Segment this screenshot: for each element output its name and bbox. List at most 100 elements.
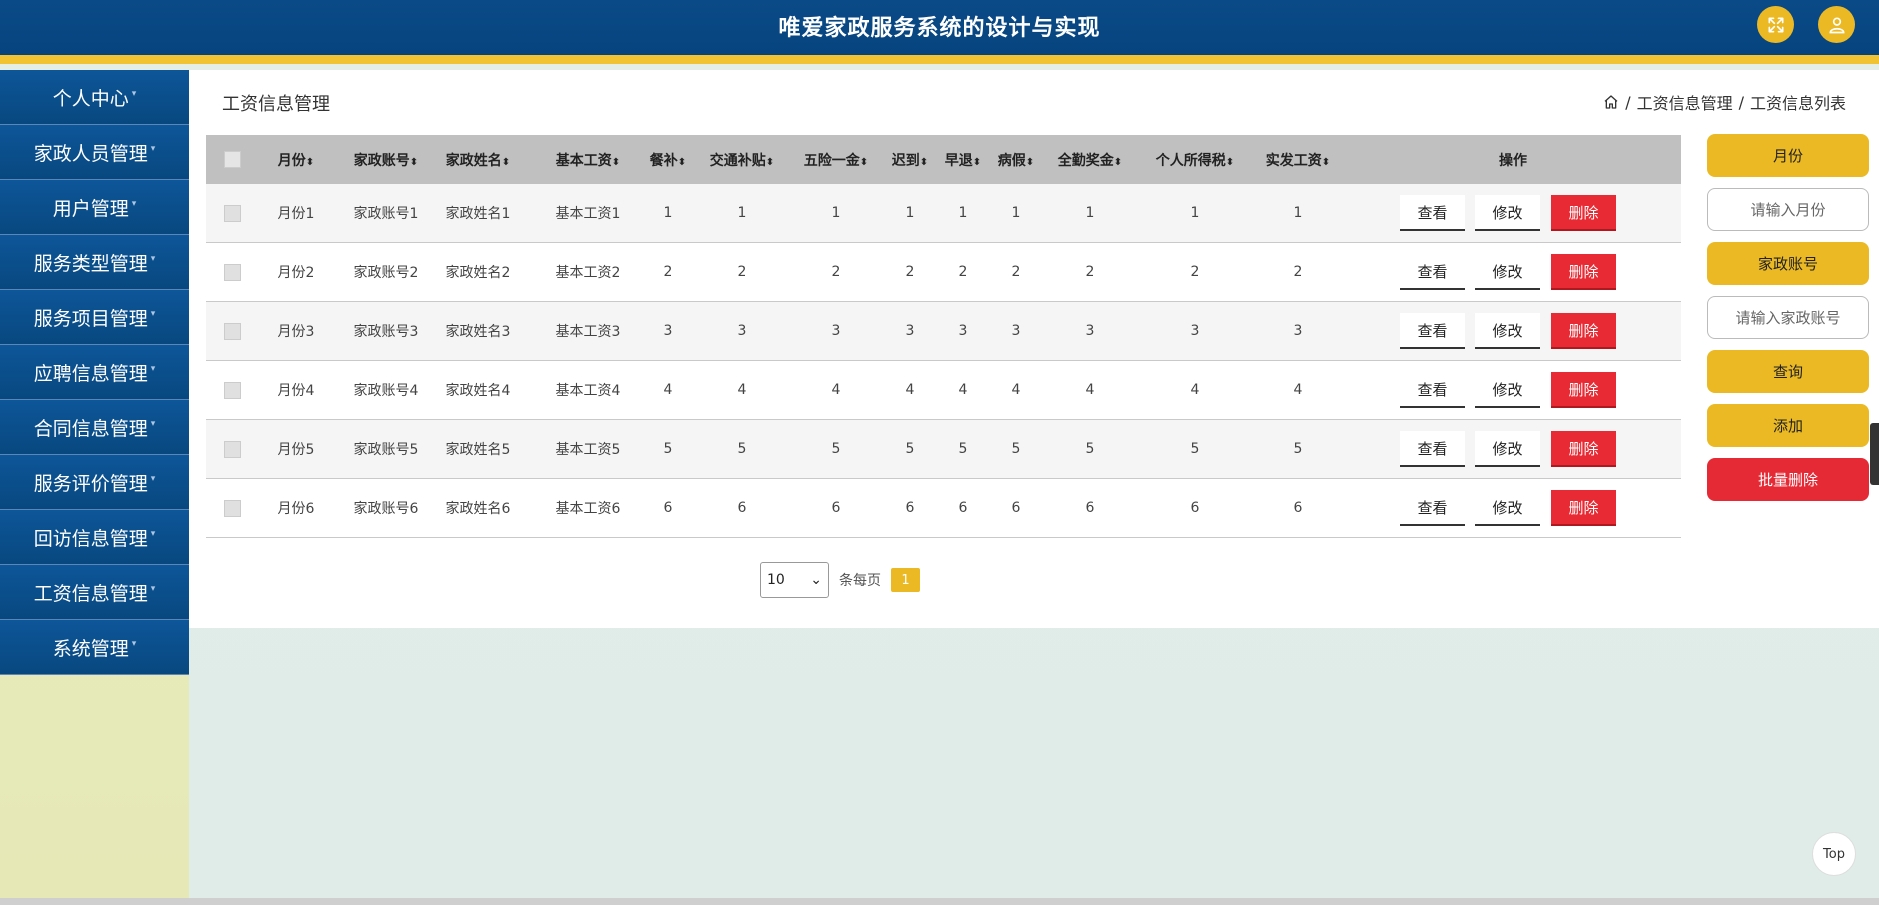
cell-net-salary: 3 <box>1293 323 1303 339</box>
view-button[interactable]: 查看 <box>1400 313 1465 349</box>
chevron-down-icon: ▾ <box>150 254 156 264</box>
cell-transport-allowance: 2 <box>737 264 747 280</box>
cell-transport-allowance: 4 <box>737 382 747 398</box>
back-to-top-button[interactable]: Top <box>1812 832 1856 876</box>
sort-icon[interactable]: ⬍ <box>306 157 314 168</box>
sidebar-item-contract[interactable]: 合同信息管理 ▾ <box>0 400 189 455</box>
sidebar-item-housekeeper[interactable]: 家政人员管理 ▾ <box>0 125 189 180</box>
column-header-label: 五险一金 <box>803 152 860 169</box>
page-number-button[interactable]: 1 <box>891 568 920 592</box>
column-header-income-tax[interactable]: 个人所得税⬍ <box>1150 150 1240 170</box>
sort-icon[interactable]: ⬍ <box>410 157 418 168</box>
sort-icon[interactable]: ⬍ <box>612 157 620 168</box>
row-checkbox[interactable] <box>224 440 241 458</box>
sidebar-item-label: 回访信息管理 <box>33 527 148 550</box>
column-header-label: 早退 <box>944 152 973 169</box>
view-button[interactable]: 查看 <box>1400 372 1465 408</box>
sidebar-item-revisit[interactable]: 回访信息管理 ▾ <box>0 510 189 565</box>
chevron-down-icon: ▾ <box>150 419 156 429</box>
cell-attendance-bonus: 6 <box>1085 500 1095 516</box>
column-header-transport-allowance[interactable]: 交通补贴⬍ <box>697 150 787 170</box>
select-all-checkbox[interactable] <box>224 151 241 168</box>
user-icon <box>1828 17 1845 33</box>
edit-button[interactable]: 修改 <box>1475 254 1540 290</box>
cell-net-salary: 5 <box>1293 441 1303 457</box>
row-checkbox[interactable] <box>224 381 241 399</box>
row-checkbox[interactable] <box>224 263 241 281</box>
view-button[interactable]: 查看 <box>1400 254 1465 290</box>
sidebar-item-label: 系统管理 <box>52 637 129 660</box>
sidebar-item-salary[interactable]: 工资信息管理 ▾ <box>0 565 189 620</box>
sort-icon[interactable]: ⬍ <box>1026 157 1034 168</box>
delete-button[interactable]: 删除 <box>1551 313 1616 349</box>
delete-button[interactable]: 删除 <box>1551 372 1616 408</box>
sidebar-item-service-project[interactable]: 服务项目管理 ▾ <box>0 290 189 345</box>
column-header-label: 交通补贴 <box>709 152 766 169</box>
column-header-label: 病假 <box>997 152 1026 169</box>
row-checkbox[interactable] <box>224 499 241 517</box>
cell-account: 家政账号2 <box>353 265 419 281</box>
column-header-attendance-bonus[interactable]: 全勤奖金⬍ <box>1045 150 1135 170</box>
column-header-net-salary[interactable]: 实发工资⬍ <box>1253 150 1343 170</box>
fullscreen-button[interactable] <box>1757 6 1794 43</box>
cell-attendance-bonus: 1 <box>1085 205 1095 221</box>
batch-delete-button[interactable]: 批量删除 <box>1707 458 1869 501</box>
account-input[interactable]: 请输入家政账号 <box>1707 296 1869 339</box>
breadcrumb-item[interactable]: 工资信息管理 <box>1637 90 1733 114</box>
sidebar-item-users[interactable]: 用户管理 ▾ <box>0 180 189 235</box>
sidebar-item-label: 服务评价管理 <box>33 472 148 495</box>
cell-income-tax: 3 <box>1190 323 1200 339</box>
chevron-down-icon: ▾ <box>131 639 137 649</box>
column-header-name[interactable]: 家政姓名⬍ <box>433 150 523 170</box>
cell-base-salary: 基本工资1 <box>555 206 621 222</box>
row-checkbox[interactable] <box>224 204 241 222</box>
horizontal-scrollbar[interactable] <box>0 898 1879 905</box>
column-header-month[interactable]: 月份⬍ <box>251 150 341 170</box>
sidebar-item-label: 合同信息管理 <box>33 417 148 440</box>
sort-icon[interactable]: ⬍ <box>766 157 774 168</box>
delete-button[interactable]: 删除 <box>1551 195 1616 231</box>
query-button[interactable]: 查询 <box>1707 350 1869 393</box>
edit-button[interactable]: 修改 <box>1475 431 1540 467</box>
sort-icon[interactable]: ⬍ <box>678 157 686 168</box>
sidebar-item-system[interactable]: 系统管理 ▾ <box>0 620 189 675</box>
sidebar-item-application[interactable]: 应聘信息管理 ▾ <box>0 345 189 400</box>
delete-button[interactable]: 删除 <box>1551 254 1616 290</box>
edit-button[interactable]: 修改 <box>1475 313 1540 349</box>
column-header-base-salary[interactable]: 基本工资⬍ <box>543 150 633 170</box>
delete-button[interactable]: 删除 <box>1551 431 1616 467</box>
user-button[interactable] <box>1818 6 1855 43</box>
cell-account: 家政账号5 <box>353 442 419 458</box>
chevron-down-icon: ▾ <box>131 89 137 99</box>
add-button[interactable]: 添加 <box>1707 404 1869 447</box>
view-button[interactable]: 查看 <box>1400 195 1465 231</box>
sidebar-item-personal-center[interactable]: 个人中心 ▾ <box>0 70 189 125</box>
cell-base-salary: 基本工资6 <box>555 501 621 517</box>
cell-transport-allowance: 3 <box>737 323 747 339</box>
cell-attendance-bonus: 2 <box>1085 264 1095 280</box>
edit-button[interactable]: 修改 <box>1475 372 1540 408</box>
delete-button[interactable]: 删除 <box>1551 490 1616 526</box>
sort-icon[interactable]: ⬍ <box>1114 157 1122 168</box>
sort-icon[interactable]: ⬍ <box>1226 157 1234 168</box>
month-input[interactable]: 请输入月份 <box>1707 188 1869 231</box>
page-size-select[interactable]: 10 ⌄ <box>760 562 829 598</box>
page-title: 工资信息管理 <box>222 94 330 115</box>
chevron-down-icon: ▾ <box>150 364 156 374</box>
table-row: 月份5 家政账号5 家政姓名5 基本工资5 5 5 5 5 5 5 5 5 5 查看 修改 删除 <box>206 420 1681 479</box>
sort-icon[interactable]: ⬍ <box>502 157 510 168</box>
cell-month: 月份4 <box>277 383 315 399</box>
side-scroll-handle[interactable] <box>1870 423 1879 485</box>
edit-button[interactable]: 修改 <box>1475 490 1540 526</box>
view-button[interactable]: 查看 <box>1400 490 1465 526</box>
sidebar-item-service-type[interactable]: 服务类型管理 ▾ <box>0 235 189 290</box>
view-button[interactable]: 查看 <box>1400 431 1465 467</box>
column-header-account[interactable]: 家政账号⬍ <box>341 150 431 170</box>
sort-icon[interactable]: ⬍ <box>1322 157 1330 168</box>
cell-account: 家政账号3 <box>353 324 419 340</box>
edit-button[interactable]: 修改 <box>1475 195 1540 231</box>
home-icon[interactable] <box>1603 94 1619 110</box>
cell-account: 家政账号6 <box>353 501 419 517</box>
row-checkbox[interactable] <box>224 322 241 340</box>
sidebar-item-review[interactable]: 服务评价管理 ▾ <box>0 455 189 510</box>
